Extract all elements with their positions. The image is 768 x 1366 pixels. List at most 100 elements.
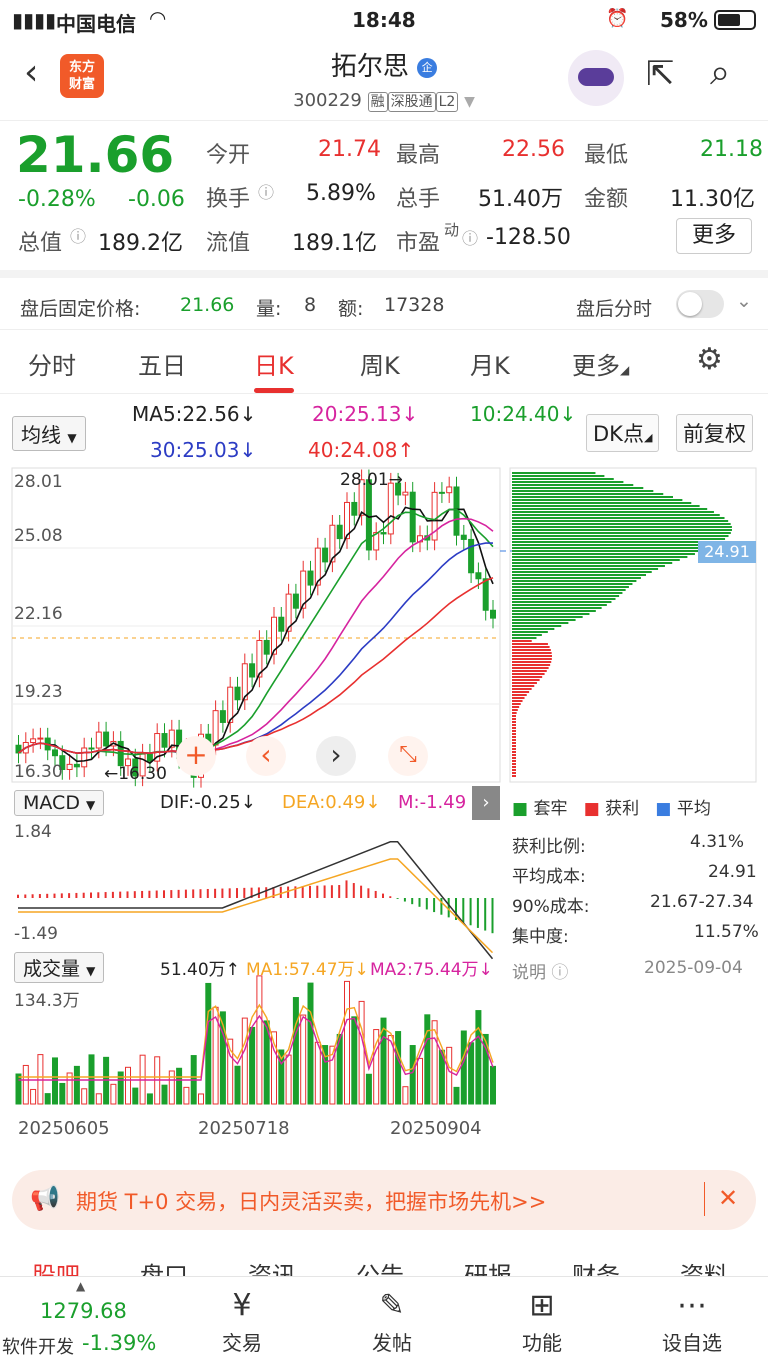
chip-bar: [512, 631, 548, 633]
after-hours-toggle[interactable]: [676, 290, 724, 318]
chip-bar: [512, 505, 700, 507]
tag-l2: L2: [435, 92, 459, 112]
chip-bar: [512, 532, 731, 534]
settings-icon[interactable]: ⚙: [696, 342, 723, 377]
tab-pankou[interactable]: 盘口: [140, 1256, 188, 1276]
chip-bar: [512, 760, 516, 762]
futures-ad-banner[interactable]: 📢 期货 T+0 交易，日内灵活买卖，把握市场先机>> ✕: [12, 1170, 756, 1230]
chip-bar: [512, 475, 605, 477]
collapse-arrow-icon[interactable]: ›: [472, 786, 500, 820]
chip-bar: [512, 664, 551, 666]
chip-bar: [512, 526, 732, 528]
chip-bar: [512, 715, 516, 717]
date-tick: 20250605: [18, 1118, 110, 1139]
volume-bar: [475, 1010, 482, 1105]
chip-bar: [512, 574, 647, 576]
sector-name[interactable]: 软件开发: [2, 1333, 74, 1359]
chip-avg-cost-label: 平均成本:: [512, 867, 586, 887]
tab-five-day[interactable]: 五日: [138, 346, 186, 381]
candle: [475, 572, 482, 580]
volume-select[interactable]: 成交量 ▼: [14, 952, 105, 983]
function-button[interactable]: ⊞ 功能: [492, 1285, 592, 1356]
chip-bar: [512, 586, 629, 588]
dropdown-icon[interactable]: ▼: [464, 94, 475, 110]
tab-month-k[interactable]: 月K: [470, 346, 510, 381]
chip-bar: [512, 646, 550, 648]
tab-announce[interactable]: 公告: [356, 1256, 404, 1276]
share-icon[interactable]: ⇱: [646, 54, 675, 94]
volume-bar: [161, 1084, 168, 1105]
volume-bar: [358, 1000, 365, 1105]
info-icon[interactable]: ⓘ: [258, 179, 274, 203]
tab-more[interactable]: 更多◢: [572, 346, 629, 381]
chip-bar: [512, 508, 708, 510]
candle: [446, 486, 453, 494]
dk-point-button[interactable]: DK点◢: [586, 414, 660, 452]
tab-profile[interactable]: 资料: [680, 1256, 728, 1276]
tab-guba[interactable]: 股吧: [32, 1256, 80, 1276]
chip-bar: [512, 706, 520, 708]
indicator-select[interactable]: 均线 ▼: [12, 416, 86, 451]
zoom-in-button[interactable]: +: [176, 736, 216, 776]
tag-margin: 融: [367, 92, 388, 112]
search-icon[interactable]: ⌕: [710, 52, 730, 94]
volume-bar: [424, 1014, 431, 1105]
turnover-value: 5.89%: [306, 181, 376, 206]
close-icon[interactable]: ✕: [718, 1184, 738, 1212]
volume-bar: [417, 1057, 423, 1105]
chip-bar: [512, 724, 516, 726]
sector-index[interactable]: 1279.68: [40, 1299, 127, 1323]
volume-top: 134.3万: [14, 991, 80, 1011]
total-mv-label: 总值: [18, 231, 63, 256]
chevron-down-icon[interactable]: ⌄: [736, 290, 752, 312]
fullscreen-icon[interactable]: ⤡: [388, 736, 428, 776]
tab-week-k[interactable]: 周K: [360, 346, 400, 381]
volume-bar: [490, 1065, 496, 1105]
change-amt: -0.06: [128, 187, 185, 212]
chip-bar: [512, 679, 540, 681]
macd-dea: DEA:0.49↓: [282, 792, 381, 813]
alarm-icon: ⏰: [606, 8, 629, 29]
bottom-bar: ▲ 1279.68 软件开发 -1.39% ¥ 交易 ✎ 发帖 ⊞ 功能 ⋯ 设自选: [0, 1276, 768, 1366]
legend-avg: 平均: [676, 799, 711, 819]
candle: [161, 733, 168, 748]
caret-up-icon: ▲: [76, 1279, 86, 1293]
volume-bar: [52, 1057, 58, 1105]
chip-bar: [512, 544, 716, 546]
chip-bar: [512, 607, 602, 609]
chip-bar: [512, 604, 607, 606]
chip-bar: [512, 754, 516, 756]
trade-button[interactable]: ¥ 交易: [192, 1285, 292, 1356]
volume-bar: [30, 1088, 37, 1105]
volume-bar: [249, 1026, 256, 1105]
candle: [30, 738, 37, 744]
chip-note[interactable]: 说明 ⓘ: [512, 958, 568, 983]
macd-select[interactable]: MACD ▼: [14, 790, 105, 816]
volume-value: 51.40万: [478, 187, 563, 212]
candle: [212, 710, 219, 746]
tab-research[interactable]: 研报: [464, 1256, 512, 1276]
chip-bar: [512, 490, 654, 492]
stock-header: ‹ 东方 财富 拓尔思 企 300229 融深股通 L2 ▼ ⇱ ⌕: [0, 40, 768, 120]
tab-day-k[interactable]: 日K: [254, 346, 294, 393]
add-watchlist-button[interactable]: ⋯ 设自选: [642, 1285, 742, 1356]
volume-bar: [198, 1093, 204, 1105]
volume-bar: [256, 975, 263, 1105]
tab-timeshare[interactable]: 分时: [28, 346, 76, 381]
chip-bar: [512, 568, 659, 570]
tab-finance[interactable]: 财务: [572, 1256, 620, 1276]
after-hours-label: 盘后固定价格:: [20, 298, 141, 320]
chevron-left-icon[interactable]: ‹: [246, 736, 286, 776]
candle: [409, 491, 416, 543]
info-icon[interactable]: ⓘ: [462, 225, 478, 249]
legend-trapped: 套牢: [533, 799, 568, 819]
info-icon[interactable]: ⓘ: [70, 223, 86, 247]
chip-bar: [512, 667, 549, 669]
chip-bar: [512, 634, 542, 636]
chevron-right-icon[interactable]: ›: [316, 736, 356, 776]
tab-news[interactable]: 资讯: [248, 1256, 296, 1276]
adjust-button[interactable]: 前复权: [676, 414, 753, 452]
post-button[interactable]: ✎ 发帖: [342, 1285, 442, 1356]
robot-assistant-icon[interactable]: [568, 50, 624, 106]
more-button[interactable]: 更多: [676, 218, 752, 254]
